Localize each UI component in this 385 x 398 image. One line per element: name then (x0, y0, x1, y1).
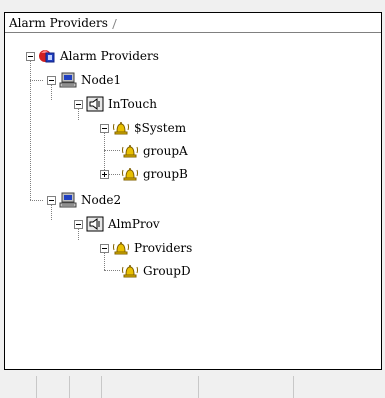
collapse-system-toggle[interactable] (100, 124, 109, 133)
computer-icon (59, 72, 77, 88)
status-bar-pane (294, 376, 385, 398)
collapse-node1-toggle[interactable] (47, 76, 56, 85)
alarm-providers-panel: Alarm Providers Alarm Providers Node1 In… (4, 12, 382, 370)
status-bar-pane (70, 376, 102, 398)
tree-item-groupa[interactable]: groupA (121, 142, 188, 160)
alarm-bell-icon (121, 166, 139, 182)
alarm-bell-icon (121, 143, 139, 159)
tree-guide-line (104, 252, 105, 270)
collapse-almprov-toggle[interactable] (74, 220, 83, 229)
provider-speaker-icon (86, 96, 104, 112)
tree-guide-line (109, 174, 120, 175)
status-bar-pane (199, 376, 294, 398)
tree-item-providers[interactable]: Providers (112, 239, 192, 257)
collapse-intouch-toggle[interactable] (74, 100, 83, 109)
provider-speaker-icon (86, 216, 104, 232)
tree-guide-line (78, 108, 79, 120)
collapse-providers-toggle[interactable] (100, 244, 109, 253)
tree-guide-line (30, 80, 43, 81)
collapse-node2-toggle[interactable] (47, 196, 56, 205)
tree-item-node2[interactable]: Node2 (59, 191, 121, 209)
alarm-bell-icon (121, 263, 139, 279)
alarm-provider-tree: Alarm Providers Node1 InTouch $System gr… (5, 34, 381, 369)
tree-guide-line (104, 150, 120, 151)
collapse-root-toggle[interactable] (26, 52, 35, 61)
tree-guide-line (51, 204, 52, 220)
tree-item-almprov[interactable]: AlmProv (86, 215, 160, 233)
alarm-bell-icon (112, 240, 130, 256)
status-bar (0, 376, 385, 398)
status-bar-pane (102, 376, 199, 398)
expand-groupb-toggle[interactable] (100, 170, 109, 179)
tree-item-alarm-providers[interactable]: Alarm Providers (38, 47, 159, 65)
computer-icon (59, 192, 77, 208)
tree-guide-line (104, 270, 120, 271)
column-header-title: Alarm Providers (9, 16, 108, 30)
tree-item-groupb[interactable]: groupB (121, 165, 188, 183)
tree-guide-line (30, 60, 31, 200)
tree-item-groupd[interactable]: GroupD (121, 262, 191, 280)
tree-guide-line (30, 200, 43, 201)
tree-guide-line (104, 132, 105, 174)
tree-item-system[interactable]: $System (112, 119, 186, 137)
column-header[interactable]: Alarm Providers (5, 13, 381, 33)
status-bar-pane (37, 376, 70, 398)
tree-guide-line (78, 228, 79, 240)
tree-guide-line (51, 84, 52, 100)
status-bar-pane (0, 376, 37, 398)
header-separator (112, 18, 117, 29)
alarm-providers-icon (38, 48, 56, 64)
tree-item-node1[interactable]: Node1 (59, 71, 121, 89)
tree-item-intouch[interactable]: InTouch (86, 95, 157, 113)
alarm-bell-icon (112, 120, 130, 136)
